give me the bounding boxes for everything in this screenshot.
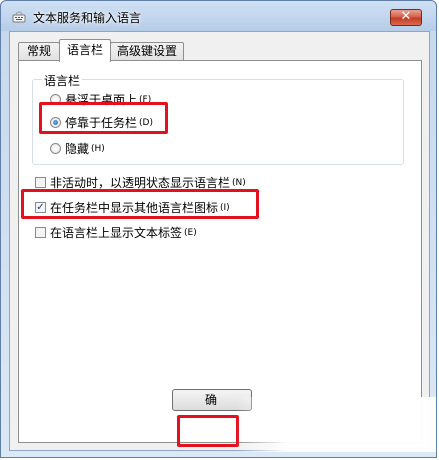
close-icon: ✕ [400, 9, 412, 24]
tab-advanced-key-settings[interactable]: 高级键设置 [110, 42, 184, 60]
tab-label: 语言栏 [66, 43, 103, 57]
dialog-body: 常规 语言栏 高级键设置 语言栏 悬浮于桌面上 (F) 停靠于任务栏 (D) 隐… [9, 31, 430, 451]
tab-label: 常规 [26, 44, 51, 58]
white-glare-overlay [236, 397, 436, 452]
radio-hidden[interactable]: 隐藏 (H) [50, 140, 105, 157]
radio-label: 隐藏 [65, 142, 90, 156]
checkbox[interactable] [35, 177, 46, 188]
checkbox-label: 在语言栏上显示文本标签 [50, 226, 183, 240]
red-highlight-box [21, 189, 259, 219]
close-button[interactable]: ✕ [390, 9, 422, 26]
checkbox[interactable] [35, 227, 46, 238]
red-highlight-box [177, 415, 239, 447]
title-bar[interactable]: 文本服务和输入语言 ✕ [1, 1, 436, 31]
shortcut-hint: (E) [184, 227, 197, 238]
window-title: 文本服务和输入语言 [33, 11, 142, 25]
tab-panel-language-bar: 语言栏 悬浮于桌面上 (F) 停靠于任务栏 (D) 隐藏 (H) 非活动时，以透… [18, 60, 422, 443]
tab-language-bar[interactable]: 语言栏 [59, 39, 111, 62]
shortcut-hint: (H) [91, 143, 105, 154]
radio-button[interactable] [50, 143, 61, 154]
shortcut-hint: (N) [232, 177, 246, 188]
keyboard-app-icon [12, 11, 26, 23]
dialog-window: 文本服务和输入语言 ✕ 常规 语言栏 高级键设置 语言栏 悬浮于桌面上 (F) [0, 0, 437, 458]
group-title: 语言栏 [42, 72, 83, 89]
checkbox-show-text-labels[interactable]: 在语言栏上显示文本标签 (E) [35, 224, 197, 241]
tab-general[interactable]: 常规 [18, 42, 60, 60]
ok-button-label: 确 [205, 393, 218, 407]
tab-label: 高级键设置 [116, 44, 177, 58]
red-highlight-box [39, 102, 168, 134]
